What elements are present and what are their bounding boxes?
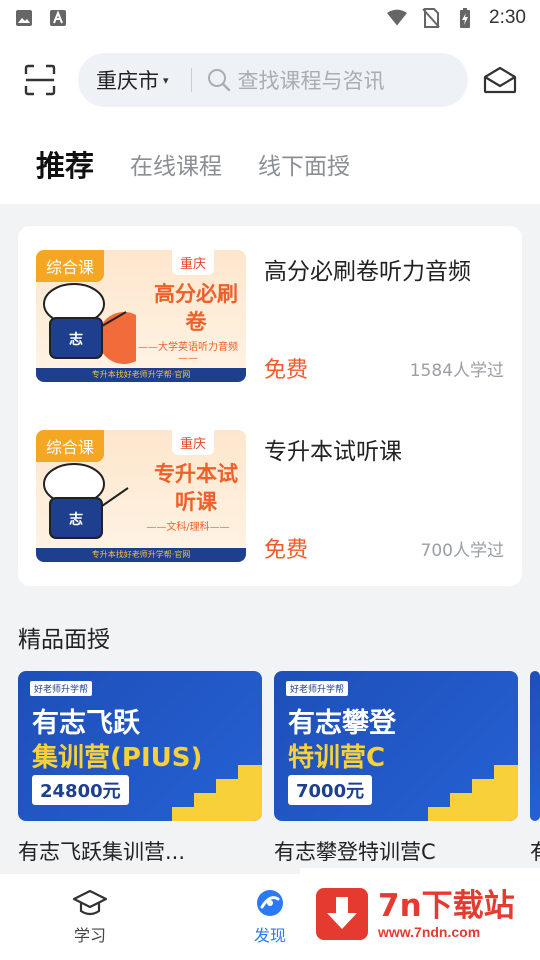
watermark-url: www.7ndn.com — [378, 924, 481, 940]
course-price: 免费 — [264, 538, 309, 563]
scan-icon — [24, 64, 56, 96]
course-item[interactable]: 志 综合课 重庆 高分必刷卷 ——大学英语听力音频—— 专升本找好老师升学帮·官… — [18, 226, 522, 406]
course-price: 免费 — [264, 358, 309, 383]
nav-item-study[interactable]: 学习 — [50, 888, 130, 946]
tab-online-courses[interactable]: 在线课程 — [130, 147, 222, 181]
section-title-featured: 精品面授 — [18, 627, 110, 653]
scan-button[interactable] — [18, 58, 62, 102]
svg-text:志: 志 — [69, 511, 83, 528]
search-bar: 重庆市 ▾ 查找课程与咨讯 — [78, 53, 468, 107]
promo-logo: 好老师升学帮 — [286, 681, 349, 696]
app-notification-icon — [48, 8, 68, 28]
promo-logo: 好老师升学帮 — [30, 681, 93, 696]
svg-text:志: 志 — [69, 331, 83, 348]
promo-price: 24800元 — [32, 775, 129, 805]
thumbnail-subtitle: ——文科/理科—— — [146, 522, 230, 533]
course-title: 高分必刷卷听力音频 — [264, 259, 471, 285]
course-city-tag: 重庆 — [172, 250, 215, 275]
no-sim-icon — [421, 8, 441, 28]
promo-price: 7000元 — [288, 775, 373, 805]
caret-down-icon[interactable]: ▾ — [163, 74, 169, 87]
mascot-illustration: 志 — [43, 463, 129, 539]
site-watermark: 7n下载站 www.7ndn.com — [300, 868, 540, 960]
promo-banner-partial[interactable] — [530, 671, 540, 821]
watermark-title: 7n下载站 — [378, 888, 515, 924]
search-input[interactable]: 查找课程与咨讯 — [238, 65, 385, 95]
promo-banner[interactable]: 好老师升学帮 有志飞跃 集训营(PIUS) 24800元 — [18, 671, 262, 821]
course-thumbnail: 志 综合课 重庆 专升本试听课 ——文科/理科—— 专升本找好老师升学帮·官网 — [36, 430, 246, 562]
course-title: 专升本试听课 — [264, 439, 402, 465]
promo-label[interactable]: 有志攀登特训营C — [274, 836, 436, 866]
tab-recommended[interactable]: 推荐 — [36, 143, 94, 185]
messages-button[interactable] — [478, 58, 522, 102]
course-learners: 700人学过 — [420, 541, 504, 561]
thumbnail-footer: 专升本找好老师升学帮·官网 — [36, 368, 246, 382]
search-icon — [206, 67, 232, 93]
promo-banner[interactable]: 好老师升学帮 有志攀登 特训营C 7000元 — [274, 671, 518, 821]
tab-offline-classes[interactable]: 线下面授 — [258, 147, 350, 181]
promo-label[interactable]: 有志飞跃集训营... — [18, 836, 185, 866]
course-list-card: 志 综合课 重庆 高分必刷卷 ——大学英语听力音频—— 专升本找好老师升学帮·官… — [18, 226, 522, 586]
course-tag: 综合课 — [36, 250, 105, 282]
nav-item-discover[interactable]: 发现 — [230, 888, 310, 946]
status-bar: 2:30 — [0, 0, 540, 36]
nav-label: 发现 — [253, 926, 286, 945]
thumbnail-title: 高分必刷卷 — [154, 282, 238, 334]
stairs-illustration — [172, 765, 262, 821]
course-learners: 1584人学过 — [409, 361, 504, 381]
header: 重庆市 ▾ 查找课程与咨讯 — [0, 36, 540, 124]
wifi-icon — [387, 8, 408, 28]
promo-label-partial[interactable]: 有 — [530, 836, 540, 866]
category-tabs: 推荐 在线课程 线下面授 — [0, 124, 540, 204]
course-item[interactable]: 志 综合课 重庆 专升本试听课 ——文科/理科—— 专升本找好老师升学帮·官网 … — [18, 406, 522, 586]
battery-charging-icon — [455, 8, 475, 28]
promo-headline: 有志飞跃 — [32, 708, 140, 739]
course-thumbnail: 志 综合课 重庆 高分必刷卷 ——大学英语听力音频—— 专升本找好老师升学帮·官… — [36, 250, 246, 382]
nav-label: 学习 — [73, 926, 106, 945]
course-tag: 综合课 — [36, 430, 105, 462]
download-arrow-icon — [316, 888, 368, 940]
city-selector[interactable]: 重庆市 — [96, 65, 159, 95]
discover-icon — [257, 890, 283, 916]
mascot-illustration: 志 — [43, 283, 136, 364]
promo-subheadline: 特训营C — [288, 743, 386, 773]
thumbnail-footer: 专升本找好老师升学帮·官网 — [36, 548, 246, 562]
gallery-notification-icon — [14, 8, 34, 28]
graduation-cap-icon — [72, 889, 108, 916]
stairs-illustration — [428, 765, 518, 821]
search-divider — [190, 68, 192, 92]
status-time: 2:30 — [489, 7, 526, 28]
mail-icon — [483, 66, 517, 94]
thumbnail-subtitle: ——大学英语听力音频—— — [138, 342, 238, 364]
thumbnail-title: 专升本试听课 — [154, 462, 238, 514]
promo-headline: 有志攀登 — [288, 708, 396, 739]
course-city-tag: 重庆 — [172, 430, 215, 455]
